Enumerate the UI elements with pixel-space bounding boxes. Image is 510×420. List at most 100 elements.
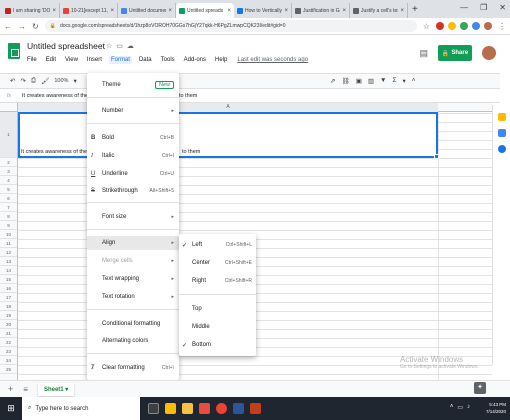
row-header[interactable]: 13 [0,257,17,266]
minimize-button[interactable]: — [460,3,468,12]
menu-item-align[interactable]: Align ▸ [87,236,179,250]
explore-icon[interactable]: ✦ [474,382,486,394]
browser-tab[interactable]: Untitled spreads × [176,3,234,18]
close-window-button[interactable]: ✕ [499,3,506,12]
align-left-item[interactable]: ✓ Left Ctrl+Shift+L [179,238,256,252]
url-input[interactable]: 🔒 docs.google.com/spreadsheets/d/1hzp8oV… [44,20,417,32]
back-icon[interactable]: ← [4,22,12,31]
close-tab-icon[interactable]: × [168,8,172,14]
undo-icon[interactable]: ↶ [10,77,15,85]
browser-tab[interactable]: 10-21[except 11, × [60,3,118,18]
chevron-down-icon[interactable]: ▾ [403,77,406,85]
close-tab-icon[interactable]: × [284,8,288,14]
hide-menus-icon[interactable]: ˄ [412,77,416,85]
align-middle-item[interactable]: Middle [179,320,256,334]
task-view-icon[interactable] [148,403,159,414]
comment-history-icon[interactable]: ▤ [419,48,428,59]
menu-item-font-size[interactable]: Font size ▸ [87,210,179,224]
browser-tab[interactable]: Justification in Go × [292,3,350,18]
reload-icon[interactable]: ↻ [32,22,39,31]
row-header[interactable]: 2 [0,158,17,167]
clock[interactable]: 5:43 PM 7/14/2020 [486,401,506,415]
row-header[interactable]: 4 [0,176,17,185]
browser-tab[interactable]: Justify a cell's text × [350,3,408,18]
share-button[interactable]: 🔒 Share [438,45,472,61]
redo-icon[interactable]: ↷ [20,77,25,85]
chevron-up-icon[interactable]: ˄ [450,404,454,411]
chevron-down-icon[interactable]: ▾ [73,77,76,85]
kebab-menu-icon[interactable]: ⋮ [498,22,506,31]
vlc-icon[interactable] [165,403,176,414]
browser-tab[interactable]: Untitled documen × [118,3,176,18]
row-header[interactable]: 9 [0,221,17,230]
row-header[interactable]: 11 [0,239,17,248]
align-top-item[interactable]: Top [179,302,256,316]
column-header-a[interactable]: A [18,103,438,112]
align-center-item[interactable]: Center Ctrl+Shift+E [179,256,256,270]
close-tab-icon[interactable]: × [342,8,346,14]
row-header[interactable]: 18 [0,302,17,311]
forward-icon[interactable]: → [18,22,26,31]
extension-icon[interactable] [472,22,480,30]
row-header[interactable]: 15 [0,275,17,284]
fill-handle[interactable] [434,154,439,159]
menu-insert[interactable]: Insert [85,56,104,64]
menu-item-merge-cells[interactable]: Merge cells ▸ [87,254,179,268]
row-header[interactable]: 3 [0,167,17,176]
move-folder-icon[interactable]: ▭ [116,42,123,50]
cell-a1[interactable]: It creates awareness of the chal to them [18,112,439,159]
star-icon[interactable]: ☆ [423,22,430,31]
volume-icon[interactable]: ♪ [467,404,470,411]
row-header[interactable]: 8 [0,212,17,221]
windows-start-icon[interactable]: ⊞ [0,397,22,420]
new-tab-button[interactable]: + [412,4,418,15]
row-header[interactable]: 12 [0,248,17,257]
browser-tab[interactable]: How to Vertically × [234,3,292,18]
menu-item-text-rotation[interactable]: Text rotation ▸ [87,290,179,304]
extension-icon[interactable] [448,22,456,30]
close-tab-icon[interactable]: × [110,8,114,14]
avatar[interactable] [482,46,496,60]
paint-format-icon[interactable]: 🖌 [41,77,49,85]
document-title[interactable]: Untitled spreadsheet [27,41,105,51]
close-tab-icon[interactable]: × [52,8,56,14]
select-all-corner[interactable] [0,103,18,112]
align-right-item[interactable]: Right Ctrl+Shift+R [179,274,256,288]
menu-view[interactable]: View [63,56,80,64]
browser-tab[interactable]: I am sharing 'DOIN× [2,3,60,18]
row-header[interactable]: 25 [0,365,17,374]
print-icon[interactable]: ⎙ [31,77,36,85]
filter-icon[interactable]: ▼ [380,77,386,85]
extension-icon[interactable] [436,22,444,30]
menu-help[interactable]: Help [213,56,229,64]
row-header[interactable]: 21 [0,329,17,338]
row-header[interactable]: 22 [0,338,17,347]
menu-item-text-wrapping[interactable]: Text wrapping ▸ [87,272,179,286]
menu-item-bold[interactable]: B Bold Ctrl+B [87,131,179,145]
row-header[interactable]: 14 [0,266,17,275]
insert-link-icon[interactable]: ⛓ [341,77,349,85]
add-sheet-button[interactable]: + [8,384,13,394]
row-header[interactable]: 1 [0,112,17,158]
text-rotation-icon[interactable]: ⇗ [330,77,335,85]
row-header[interactable]: 6 [0,194,17,203]
menu-item-italic[interactable]: I Italic Ctrl+I [87,149,179,163]
menu-item-conditional-formatting[interactable]: Conditional formatting [87,317,179,331]
row-header[interactable]: 10 [0,230,17,239]
menu-item-theme[interactable]: Theme New [87,77,179,93]
sheets-logo-icon[interactable] [8,43,20,59]
file-explorer-icon[interactable] [182,403,193,414]
chrome-icon[interactable] [216,403,227,414]
profile-avatar[interactable] [484,22,492,30]
functions-icon[interactable]: Σ [392,77,396,85]
close-tab-icon[interactable]: × [227,8,231,14]
insert-chart-icon[interactable]: ▥ [368,77,374,85]
word-icon[interactable] [233,403,244,414]
tasks-icon[interactable] [497,145,506,153]
row-header[interactable]: 17 [0,293,17,302]
keep-icon[interactable] [497,113,506,121]
menu-format[interactable]: Format [108,56,132,64]
menu-file[interactable]: File [25,56,39,64]
menu-item-clear-formatting[interactable]: Ⱦ Clear formatting Ctrl+\ [87,361,179,375]
formula-input-tail[interactable]: to them [179,93,197,99]
